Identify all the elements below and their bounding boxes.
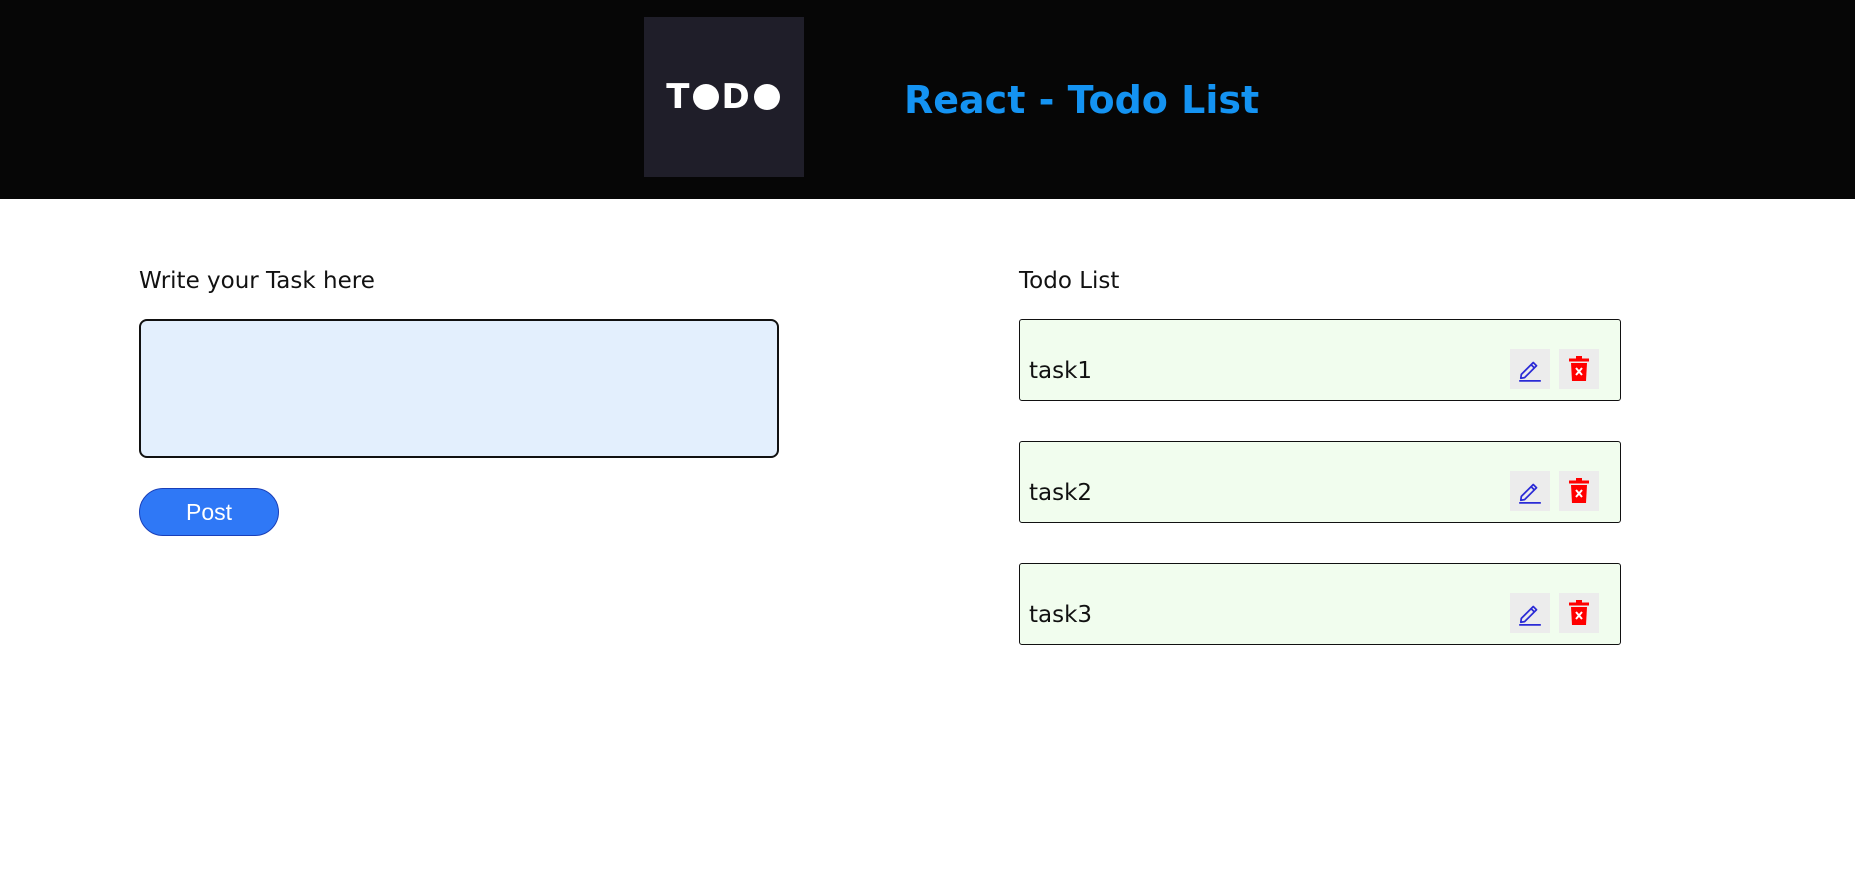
delete-button[interactable] [1559,593,1599,633]
post-button[interactable]: Post [139,488,279,536]
logo-letter-t: T [666,77,692,117]
todo-item: task2 [1019,441,1621,523]
edit-button[interactable] [1510,349,1550,389]
delete-button[interactable] [1559,471,1599,511]
todo-item: task1 [1019,319,1621,401]
edit-button[interactable] [1510,593,1550,633]
logo-circle-icon [753,84,780,110]
logo-letter-d: D [721,77,752,117]
todo-item: task3 [1019,563,1621,645]
trash-icon [1569,356,1589,381]
logo-wordmark: T D [666,77,781,117]
todo-logo: T D [644,17,804,177]
logo-circle-icon [693,84,720,110]
delete-button[interactable] [1559,349,1599,389]
edit-button[interactable] [1510,471,1550,511]
todo-list-heading: Todo List [1019,268,1120,294]
task-input[interactable] [139,319,779,458]
page-title: React - Todo List [904,78,1260,122]
trash-icon [1569,478,1589,503]
todo-item-text: task2 [1029,480,1093,506]
todo-item-text: task1 [1029,358,1093,384]
pencil-icon [1519,605,1541,626]
pencil-icon [1519,361,1541,382]
task-input-label: Write your Task here [139,268,375,294]
pencil-icon [1519,483,1541,504]
trash-icon [1569,600,1589,625]
todo-item-text: task3 [1029,602,1093,628]
app-header: T D React - Todo List [0,0,1855,199]
